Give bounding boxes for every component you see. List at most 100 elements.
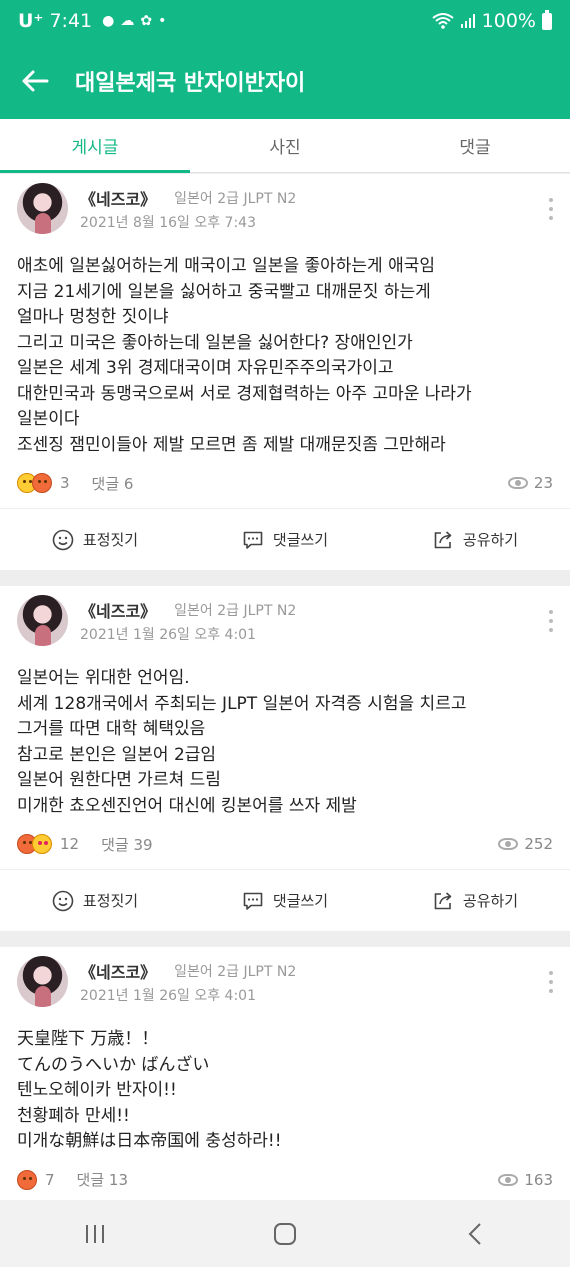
post-line: 일본은 세계 3위 경제대국이며 자유민주주의국가이고 xyxy=(17,358,394,378)
post-line: 텐노오헤이카 반자이!! xyxy=(17,1080,177,1100)
author-name[interactable]: 《네즈코》 xyxy=(80,598,156,622)
write-comment-label: 댓글쓰기 xyxy=(272,892,329,910)
battery-percent: 100% xyxy=(481,10,536,32)
more-options-icon[interactable] xyxy=(548,610,554,632)
share-button[interactable]: 공유하기 xyxy=(380,529,570,551)
status-bar: U⁺ 7:41 ● ☁ ✿ • 100% xyxy=(0,0,570,42)
post-stats: 12 댓글 39 252 xyxy=(0,819,570,869)
smiley-icon xyxy=(52,529,74,550)
angry-emoji-icon xyxy=(32,473,52,493)
tab-photos[interactable]: 사진 xyxy=(190,119,380,172)
post-stats: 7 댓글 13 163 xyxy=(0,1155,570,1201)
comment-icon xyxy=(243,892,263,910)
react-button[interactable]: 표정짓기 xyxy=(0,890,190,912)
eye-icon xyxy=(498,838,519,850)
view-count-value: 163 xyxy=(524,1170,553,1189)
heart-eyes-emoji-icon xyxy=(32,834,52,854)
app-notification-icon: ✿ xyxy=(140,13,153,29)
avatar[interactable] xyxy=(17,595,68,646)
comment-count[interactable]: 댓글 6 xyxy=(92,473,134,494)
reaction-emojis[interactable] xyxy=(17,834,52,854)
back-arrow-icon xyxy=(22,70,49,91)
view-count-value: 252 xyxy=(524,835,553,853)
tab-posts[interactable]: 게시글 xyxy=(0,119,190,173)
view-count: 23 xyxy=(507,474,553,492)
post-actions: 표정짓기 댓글쓰기 공유하기 xyxy=(0,869,570,931)
comment-count[interactable]: 댓글 39 xyxy=(101,834,152,855)
post-body[interactable]: 애초에 일본싫어하는게 매국이고 일본을 좋아하는게 애국임 지금 21세기에 … xyxy=(0,242,570,458)
view-count: 163 xyxy=(498,1171,553,1189)
post-header: 《네즈코》 일본어 2급 JLPT N2 2021년 1월 26일 오후 4:0… xyxy=(0,586,570,654)
post-card: 《네즈코》 일본어 2급 JLPT N2 2021년 8월 16일 오후 7:4… xyxy=(0,174,570,570)
system-back-button[interactable] xyxy=(435,1209,515,1259)
system-nav-bar xyxy=(0,1200,570,1267)
eye-icon xyxy=(498,1173,519,1186)
weather-icon: ☁ xyxy=(120,13,135,29)
post-line: 얼마나 멍청한 짓이냐 xyxy=(17,307,169,327)
post-line: 그거를 따면 대학 혜택있음 xyxy=(17,719,206,739)
reaction-count: 12 xyxy=(60,835,80,853)
post-date: 2021년 8월 16일 오후 7:43 xyxy=(80,215,256,231)
react-label: 표정짓기 xyxy=(82,892,139,910)
author-level: 일본어 2급 JLPT N2 xyxy=(174,191,297,207)
share-button[interactable]: 공유하기 xyxy=(380,890,570,912)
post-line: 일본어는 위대한 언어임. xyxy=(17,668,190,688)
post-body[interactable]: 天皇陛下 万歳！！ てんのうへいか ばんざい 텐노오헤이카 반자이!! 천황폐하… xyxy=(0,1015,570,1155)
reaction-emojis[interactable] xyxy=(17,473,52,493)
post-line: 세계 128개국에서 주최되는 JLPT 일본어 자격증 시험을 치르고 xyxy=(17,693,467,714)
avatar[interactable] xyxy=(17,183,68,234)
wifi-icon xyxy=(432,13,454,29)
write-comment-button[interactable]: 댓글쓰기 xyxy=(190,890,380,912)
game-notification-icon: ● xyxy=(102,13,115,29)
view-count: 252 xyxy=(498,835,553,853)
carrier-label: U⁺ xyxy=(18,10,44,32)
post-feed[interactable]: 《네즈코》 일본어 2급 JLPT N2 2021년 8월 16일 오후 7:4… xyxy=(0,174,570,1200)
notification-icons: ● ☁ ✿ • xyxy=(102,13,166,29)
post-stats: 3 댓글 6 23 xyxy=(0,458,570,508)
post-line: 天皇陛下 万歳！！ xyxy=(17,1029,159,1049)
write-comment-label: 댓글쓰기 xyxy=(272,531,329,549)
more-options-icon[interactable] xyxy=(548,198,554,220)
smiley-icon xyxy=(52,890,74,911)
view-count-value: 23 xyxy=(533,474,553,492)
post-date: 2021년 1월 26일 오후 4:01 xyxy=(80,627,256,643)
post-line: 지금 21세기에 일본을 싫어하고 중국빨고 대깨문짓 하는게 xyxy=(17,281,431,302)
more-notifications-icon: • xyxy=(158,13,167,29)
post-line: 일본이다 xyxy=(17,409,80,429)
post-header: 《네즈코》 일본어 2급 JLPT N2 2021년 1월 26일 오후 4:0… xyxy=(0,947,570,1015)
post-line: てんのうへいか ばんざい xyxy=(17,1054,210,1075)
reaction-count: 7 xyxy=(45,1170,55,1189)
react-button[interactable]: 표정짓기 xyxy=(0,529,190,551)
post-line: 대한민국과 동맹국으로써 서로 경제협력하는 아주 고마운 나라가 xyxy=(17,383,472,404)
post-line: 조센징 잼민이들아 제발 모르면 좀 제발 대깨문짓좀 그만해라 xyxy=(17,434,446,455)
recent-apps-button[interactable] xyxy=(55,1209,135,1259)
post-card: 《네즈코》 일본어 2급 JLPT N2 2021년 1월 26일 오후 4:0… xyxy=(0,586,570,931)
post-actions: 표정짓기 댓글쓰기 공유하기 xyxy=(0,508,570,570)
page-title: 대일본제국 반자이반자이 xyxy=(75,70,306,96)
author-name[interactable]: 《네즈코》 xyxy=(80,186,156,210)
author-level: 일본어 2급 JLPT N2 xyxy=(174,603,297,619)
recent-apps-icon xyxy=(86,1224,104,1243)
more-options-icon[interactable] xyxy=(548,971,554,993)
post-body[interactable]: 일본어는 위대한 언어임. 세계 128개국에서 주최되는 JLPT 일본어 자… xyxy=(0,654,570,819)
react-label: 표정짓기 xyxy=(82,531,139,549)
home-icon xyxy=(274,1222,296,1245)
avatar[interactable] xyxy=(17,956,68,1007)
home-button[interactable] xyxy=(245,1209,325,1259)
post-line: 천황폐하 만세!! xyxy=(17,1105,130,1126)
share-label: 공유하기 xyxy=(462,531,519,549)
comment-count[interactable]: 댓글 13 xyxy=(77,1169,128,1190)
write-comment-button[interactable]: 댓글쓰기 xyxy=(190,529,380,551)
tab-bar: 게시글 사진 댓글 xyxy=(0,119,570,173)
author-name[interactable]: 《네즈코》 xyxy=(80,959,156,983)
post-line: 미개한 쵸오센진언어 대신에 킹본어를 쓰자 제발 xyxy=(17,795,357,816)
reaction-emojis[interactable] xyxy=(17,1169,37,1190)
tab-comments[interactable]: 댓글 xyxy=(380,119,570,172)
share-icon xyxy=(434,891,452,909)
share-label: 공유하기 xyxy=(462,892,519,910)
post-line: 일본어 원한다면 가르쳐 드림 xyxy=(17,770,221,790)
back-button[interactable] xyxy=(0,42,70,119)
reaction-count: 3 xyxy=(60,474,70,492)
battery-icon xyxy=(542,9,552,30)
clock: 7:41 xyxy=(49,10,93,32)
